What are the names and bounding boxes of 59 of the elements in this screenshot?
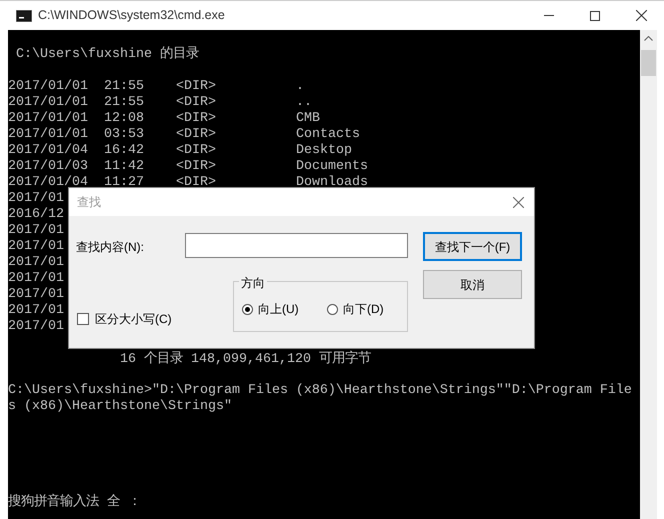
date-text: 2017/01 bbox=[8, 255, 64, 271]
ime-status: 搜狗拼音输入法 全 ： bbox=[8, 495, 141, 510]
time-text: 12:08 bbox=[104, 111, 145, 127]
scroll-thumb[interactable] bbox=[641, 50, 656, 76]
command-line: C:\Users\fuxshine>"D:\Program Files (x86)\Hearthstone\Strings""D:\Program File bbox=[8, 383, 632, 398]
close-icon[interactable] bbox=[513, 196, 524, 208]
date-text: 2017/01/01 bbox=[8, 79, 89, 95]
date-text: 2017/01/04 bbox=[8, 143, 89, 159]
radio-option[interactable]: 向上(U) bbox=[242, 300, 299, 318]
folder-name: Contacts bbox=[296, 127, 360, 143]
radio-option[interactable]: 向下(D) bbox=[327, 300, 384, 318]
type-text: <DIR> bbox=[176, 143, 217, 159]
match-case-checkbox[interactable]: 区分大小写(C) bbox=[77, 310, 172, 328]
type-text: <DIR> bbox=[176, 111, 217, 127]
date-text: 2017/01 bbox=[8, 191, 64, 207]
type-text: <DIR> bbox=[176, 127, 217, 143]
time-text: 16:42 bbox=[104, 143, 145, 159]
window-title: C:\WINDOWS\system32\cmd.exe bbox=[38, 7, 225, 24]
summary-text: 16 个目录 148,099,461,120 可用字节 bbox=[120, 353, 371, 367]
date-text: 2017/01 bbox=[8, 223, 64, 239]
folder-name: .. bbox=[296, 95, 312, 111]
time-text: 11:42 bbox=[104, 159, 145, 175]
date-text: 2017/01/01 bbox=[8, 111, 89, 127]
date-text: 2017/01 bbox=[8, 287, 64, 303]
find-field[interactable] bbox=[185, 233, 408, 258]
time-text: 21:55 bbox=[104, 95, 145, 111]
date-text: 2017/01 bbox=[8, 319, 64, 335]
type-text: <DIR> bbox=[176, 95, 217, 111]
date-text: 2016/12 bbox=[8, 207, 64, 223]
date-text: 2017/01 bbox=[8, 239, 64, 255]
directory-heading: C:\Users\fuxshine 的目录 bbox=[16, 47, 199, 62]
folder-name: Downloads bbox=[296, 175, 368, 191]
find-label: 查找内容(N): bbox=[76, 239, 144, 256]
dialog-title: 查找 bbox=[77, 194, 101, 211]
scrollbar[interactable] bbox=[640, 30, 657, 519]
type-text: <DIR> bbox=[176, 175, 217, 191]
maximize-icon bbox=[590, 10, 600, 20]
folder-name: Documents bbox=[296, 159, 368, 175]
time-text: 21:55 bbox=[104, 79, 145, 95]
type-text: <DIR> bbox=[176, 159, 217, 175]
scroll-up-icon bbox=[644, 36, 653, 41]
time-text: 11:27 bbox=[104, 175, 145, 191]
folder-name: CMB bbox=[296, 111, 320, 127]
type-text: <DIR> bbox=[176, 79, 217, 95]
minimize-icon bbox=[544, 15, 554, 16]
close-icon bbox=[636, 10, 646, 21]
date-text: 2017/01 bbox=[8, 303, 64, 319]
date-text: 2017/01/01 bbox=[8, 95, 89, 111]
time-text: 03:53 bbox=[104, 127, 145, 143]
date-text: 2017/01 bbox=[8, 271, 64, 287]
folder-name: . bbox=[296, 79, 304, 95]
date-text: 2017/01/04 bbox=[8, 175, 89, 191]
cancel-button[interactable]: 取消 bbox=[423, 270, 522, 299]
date-text: 2017/01/03 bbox=[8, 159, 89, 175]
terminal-icon bbox=[16, 10, 32, 22]
folder-name: Desktop bbox=[296, 143, 352, 159]
find-next-button[interactable]: 查找下一个(F) bbox=[423, 232, 522, 261]
date-text: 2017/01/01 bbox=[8, 127, 89, 143]
command-line: s (x86)\Hearthstone\Strings" bbox=[8, 399, 232, 414]
